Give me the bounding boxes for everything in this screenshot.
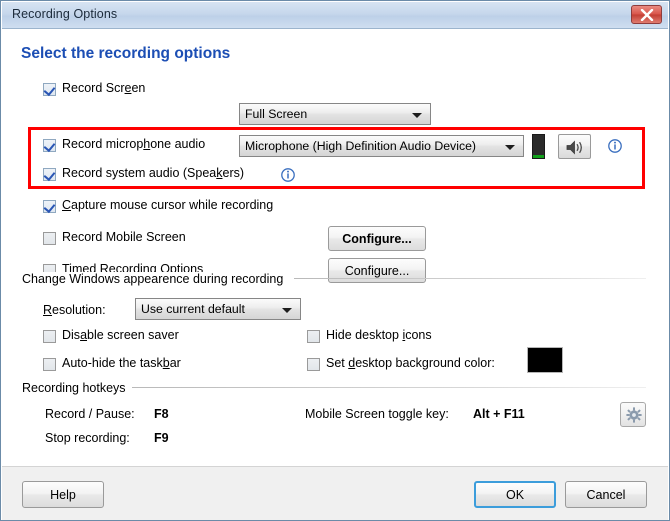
- configure-mobile-label: Configure...: [342, 232, 412, 246]
- checkbox-record-microphone[interactable]: [43, 139, 56, 152]
- recording-options-dialog: Recording Options Select the recording o…: [0, 0, 670, 521]
- checkbox-set-desktop-background[interactable]: [307, 358, 320, 371]
- dialog-footer: Help OK Cancel: [2, 466, 668, 520]
- chevron-down-icon: [282, 308, 292, 313]
- checkbox-capture-cursor[interactable]: [43, 200, 56, 213]
- combo-resolution[interactable]: Use current default: [135, 298, 301, 320]
- microphone-level-fill: [533, 155, 544, 158]
- combo-resolution-value: Use current default: [141, 302, 245, 316]
- mobile-toggle-key: Alt + F11: [473, 407, 525, 421]
- combo-microphone-device-value: Microphone (High Definition Audio Device…: [245, 139, 477, 153]
- desktop-background-color-swatch[interactable]: [527, 347, 563, 373]
- resolution-label: Resolution:: [43, 303, 106, 317]
- label-record-system-audio: Record system audio (Speakers): [62, 166, 245, 180]
- system-audio-info-icon[interactable]: [281, 168, 295, 182]
- stop-recording-label: Stop recording:: [45, 431, 130, 445]
- checkbox-record-system-audio[interactable]: [43, 168, 56, 181]
- combo-microphone-device[interactable]: Microphone (High Definition Audio Device…: [239, 135, 524, 157]
- combo-record-screen-mode[interactable]: Full Screen: [239, 103, 431, 125]
- hotkeys-settings-button[interactable]: [620, 402, 646, 427]
- title-bar: Recording Options: [2, 2, 668, 29]
- appearance-group-label: Change Windows appearence during recordi…: [22, 272, 289, 286]
- microphone-level-meter: [532, 134, 545, 159]
- microphone-info-icon[interactable]: [608, 139, 622, 153]
- combo-record-screen-value: Full Screen: [245, 107, 308, 121]
- label-disable-screen-saver: Disable screen saver: [62, 328, 179, 342]
- ok-button[interactable]: OK: [474, 481, 556, 508]
- label-record-screen: Record Screen: [62, 81, 146, 95]
- window-title: Recording Options: [12, 7, 118, 21]
- ok-label: OK: [505, 488, 525, 502]
- stop-recording-key: F9: [154, 431, 169, 445]
- page-title: Select the recording options: [21, 45, 231, 62]
- label-hide-desktop-icons: Hide desktop icons: [326, 328, 432, 342]
- configure-timed-label: Configure...: [344, 264, 410, 278]
- dialog-body: Select the recording options Record Scre…: [2, 29, 668, 466]
- checkbox-record-mobile[interactable]: [43, 232, 56, 245]
- checkbox-auto-hide-taskbar[interactable]: [43, 358, 56, 371]
- hotkeys-group-line: [132, 387, 646, 388]
- label-set-desktop-background: Set desktop background color:: [326, 356, 495, 370]
- record-pause-label: Record / Pause:: [45, 407, 135, 421]
- test-speaker-button[interactable]: [558, 134, 591, 159]
- mobile-toggle-label: Mobile Screen toggle key:: [305, 407, 449, 421]
- checkbox-disable-screen-saver[interactable]: [43, 330, 56, 343]
- checkbox-record-screen[interactable]: [43, 83, 56, 96]
- cancel-button[interactable]: Cancel: [565, 481, 647, 508]
- configure-mobile-button[interactable]: Configure...: [328, 226, 426, 251]
- record-pause-key: F8: [154, 407, 169, 421]
- close-button[interactable]: [631, 5, 662, 24]
- cancel-label: Cancel: [586, 488, 626, 502]
- chevron-down-icon: [505, 145, 515, 150]
- configure-timed-button[interactable]: Configure...: [328, 258, 426, 283]
- help-button[interactable]: Help: [22, 481, 104, 508]
- checkbox-hide-desktop-icons[interactable]: [307, 330, 320, 343]
- label-auto-hide-taskbar: Auto-hide the taskbar: [62, 356, 181, 370]
- help-label: Help: [50, 488, 76, 502]
- label-record-mobile: Record Mobile Screen: [62, 230, 186, 244]
- label-capture-cursor: Capture mouse cursor while recording: [62, 198, 274, 212]
- hotkeys-group-label: Recording hotkeys: [22, 381, 131, 395]
- label-record-microphone: Record microphone audio: [62, 137, 206, 151]
- appearance-group-line: [294, 278, 646, 279]
- chevron-down-icon: [412, 113, 422, 118]
